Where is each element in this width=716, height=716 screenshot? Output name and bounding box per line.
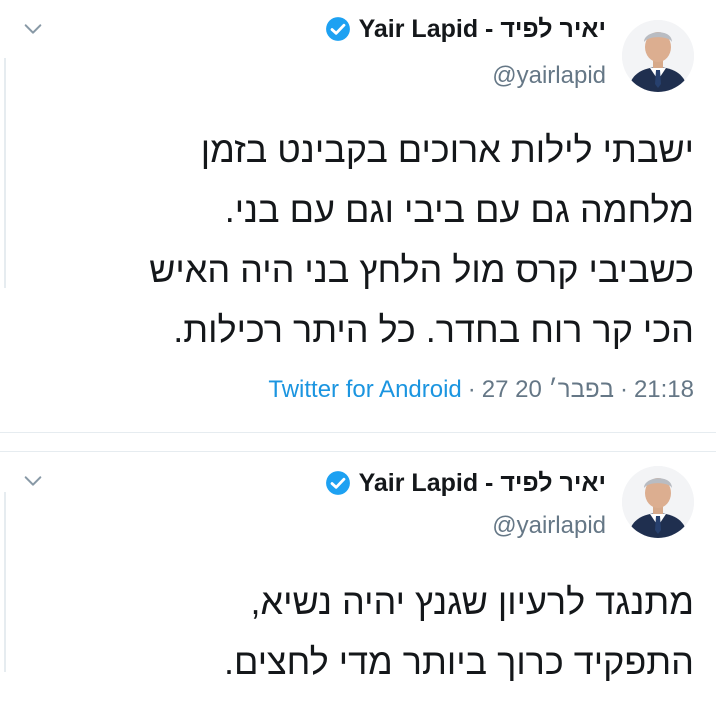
tweet-text-line: מתנגד לרעיון שגנץ יהיה נשיא, (250, 581, 694, 622)
chevron-down-icon[interactable] (22, 470, 44, 492)
meta-separator: · (467, 376, 476, 403)
meta-separator: · (619, 376, 628, 403)
tweet-text-line: ישבתי לילות ארוכים בקבינט בזמן (200, 129, 694, 170)
tweet-meta: Twitter for Android · 27 בפבר׳ 20 · 21:1… (268, 376, 694, 404)
tweet-text: מתנגד לרעיון שגנץ יהיה נשיא, התפקיד כרוך… (224, 572, 694, 692)
tweet-time: 21:18 (633, 376, 694, 403)
thread-line (4, 492, 6, 672)
verified-badge-icon (325, 17, 350, 41)
verified-badge-icon (325, 471, 350, 495)
thread-line (4, 58, 6, 288)
author-name-row[interactable]: Yair Lapid - יאיר לפיד (325, 12, 606, 46)
avatar[interactable] (622, 20, 694, 92)
tweet-date: 27 בפבר׳ 20 (481, 376, 614, 403)
author-name[interactable]: Yair Lapid - יאיר לפיד (359, 469, 606, 498)
author-handle[interactable]: @yairlapid (492, 512, 606, 540)
author-name-row[interactable]: Yair Lapid - יאיר לפיד (325, 466, 606, 500)
tweet-source-link[interactable]: Twitter for Android (268, 376, 461, 404)
profile-photo (622, 466, 694, 538)
tweet-text-line: מלחמה גם עם ביבי וגם עם בני. (224, 189, 694, 230)
tweet-text: ישבתי לילות ארוכים בקבינט בזמן מלחמה גם … (149, 120, 694, 360)
profile-photo (622, 20, 694, 92)
twitter-thread-screen: Yair Lapid - יאיר לפיד @yairlapid ישבתי … (0, 0, 716, 716)
avatar[interactable] (622, 466, 694, 538)
chevron-down-icon[interactable] (22, 18, 44, 40)
tweet-text-line: התפקיד כרוך ביותר מדי לחצים. (224, 641, 694, 682)
author-handle[interactable]: @yairlapid (492, 62, 606, 90)
tweet[interactable]: Yair Lapid - יאיר לפיד @yairlapid מתנגד … (0, 452, 716, 716)
tweet-divider (0, 432, 716, 452)
tweet-text-line: כשביבי קרס מול הלחץ בני היה האיש (149, 249, 694, 290)
tweet-text-line: הכי קר רוח בחדר. כל היתר רכילות. (173, 309, 694, 350)
author-name[interactable]: Yair Lapid - יאיר לפיד (359, 15, 606, 44)
tweet[interactable]: Yair Lapid - יאיר לפיד @yairlapid ישבתי … (0, 0, 716, 432)
